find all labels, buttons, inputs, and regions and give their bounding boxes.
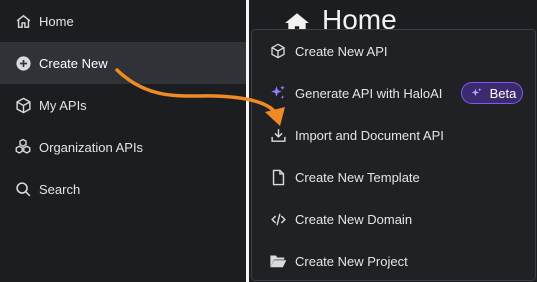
import-icon: [269, 126, 287, 144]
sidebar: Home Create New My APIs Organization API…: [0, 0, 246, 282]
home-icon: [14, 12, 32, 30]
cubes-icon: [14, 138, 32, 156]
menu-item-label: Create New Template: [295, 169, 420, 185]
create-new-menu: Create New API Generate API with HaloAI …: [251, 29, 536, 281]
search-icon: [14, 180, 32, 198]
sidebar-item-create-new[interactable]: Create New: [0, 42, 246, 84]
sidebar-item-home[interactable]: Home: [0, 0, 246, 42]
menu-item-import-document-api[interactable]: Import and Document API: [252, 114, 535, 156]
menu-item-label: Create New API: [295, 43, 388, 59]
menu-item-label: Generate API with HaloAI: [295, 85, 443, 101]
sidebar-item-my-apis[interactable]: My APIs: [0, 84, 246, 126]
menu-item-generate-api-haloai[interactable]: Generate API with HaloAI Beta: [252, 72, 535, 114]
menu-item-create-new-api[interactable]: Create New API: [252, 30, 535, 72]
code-icon: [269, 210, 287, 228]
sparkles-icon: [269, 84, 287, 102]
sidebar-item-label: Search: [39, 181, 81, 197]
menu-item-label: Import and Document API: [295, 127, 444, 143]
cube-icon: [269, 42, 287, 60]
plus-circle-icon: [14, 54, 32, 72]
beta-label: Beta: [489, 85, 517, 101]
sidebar-item-label: Home: [39, 13, 74, 29]
menu-item-create-new-domain[interactable]: Create New Domain: [252, 198, 535, 240]
sidebar-item-organization-apis[interactable]: Organization APIs: [0, 126, 246, 168]
menu-item-create-new-template[interactable]: Create New Template: [252, 156, 535, 198]
menu-item-label: Create New Project: [295, 253, 408, 269]
beta-badge: Beta: [461, 82, 523, 104]
menu-item-create-new-project[interactable]: Create New Project: [252, 240, 535, 282]
sidebar-item-label: My APIs: [39, 97, 87, 113]
sidebar-item-label: Create New: [39, 55, 108, 71]
menu-item-label: Create New Domain: [295, 211, 413, 227]
sidebar-item-search[interactable]: Search: [0, 168, 246, 210]
sidebar-item-label: Organization APIs: [39, 139, 144, 155]
cube-icon: [14, 96, 32, 114]
sparkles-icon: [468, 84, 486, 102]
folder-open-icon: [269, 252, 287, 270]
file-icon: [269, 168, 287, 186]
